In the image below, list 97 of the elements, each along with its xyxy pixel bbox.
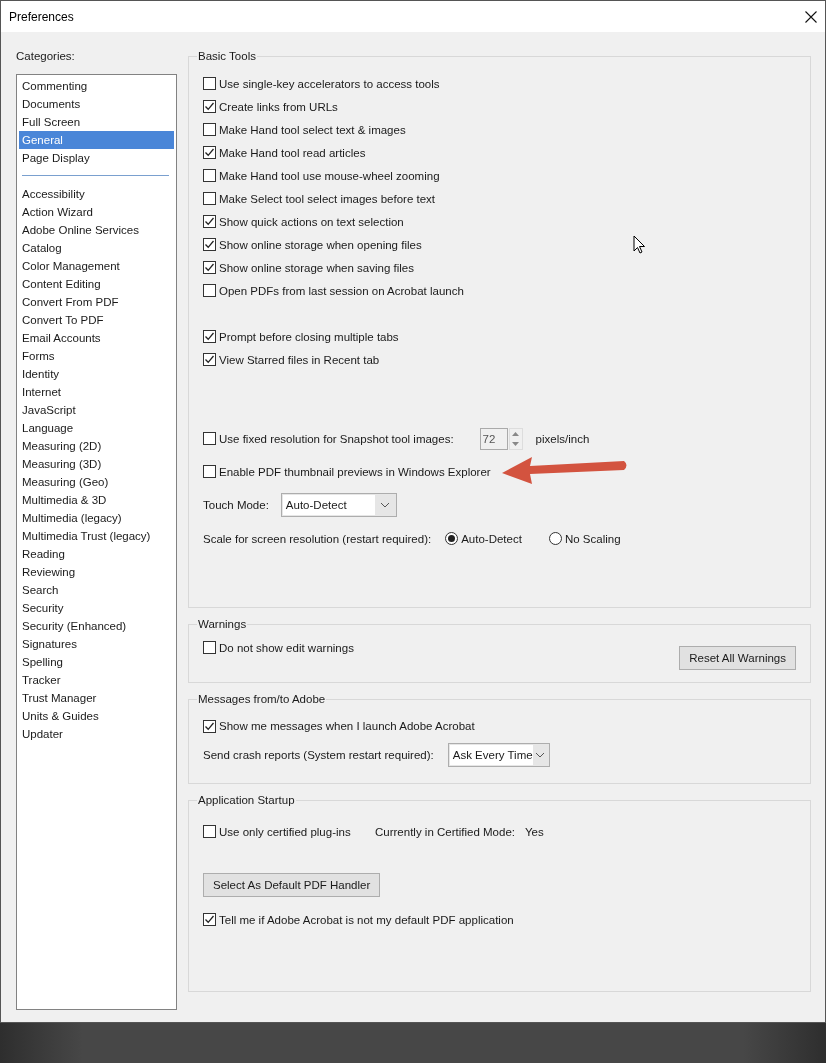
radio-label: Auto-Detect [461, 531, 522, 547]
category-item[interactable]: Catalog [19, 239, 174, 257]
checkbox[interactable] [203, 123, 216, 136]
touch-mode-dropdown[interactable]: Auto-Detect [280, 493, 397, 517]
checkbox[interactable] [203, 330, 216, 343]
mode-value: Yes [525, 824, 544, 840]
crash-reports-label: Send crash reports (System restart required): [203, 748, 434, 763]
group-title: Messages from/to Adobe [197, 692, 327, 707]
categories-label: Categories: [16, 49, 76, 64]
category-item[interactable]: Security (Enhanced) [19, 617, 174, 635]
category-item[interactable]: Page Display [19, 149, 174, 167]
category-item[interactable]: Convert From PDF [19, 293, 174, 311]
radio-button[interactable] [548, 532, 562, 545]
checkbox[interactable] [203, 261, 216, 274]
option-label: Show quick actions on text selection [219, 214, 404, 230]
window-title: Preferences [9, 9, 74, 24]
checkbox[interactable] [203, 353, 216, 366]
option-label: Make Hand tool use mouse-wheel zooming [219, 168, 440, 184]
category-item[interactable]: Updater [19, 725, 174, 743]
category-item[interactable]: Internet [19, 383, 174, 401]
category-item[interactable]: Reviewing [19, 563, 174, 581]
checkbox[interactable] [203, 100, 216, 113]
mouse-cursor-icon [633, 235, 646, 254]
checkbox[interactable] [203, 465, 216, 478]
checkbox[interactable] [203, 284, 216, 297]
spinner-buttons[interactable] [508, 427, 523, 450]
chevron-down-icon [535, 752, 546, 758]
option-label: View Starred files in Recent tab [219, 352, 380, 368]
category-item[interactable]: General [19, 131, 174, 149]
category-item[interactable]: Language [19, 419, 174, 437]
scale-label: Scale for screen resolution (restart required): [203, 531, 432, 547]
checkbox[interactable] [203, 77, 216, 90]
category-item[interactable]: Reading [19, 545, 174, 563]
category-item[interactable]: Measuring (3D) [19, 455, 174, 473]
category-item[interactable]: Email Accounts [19, 329, 174, 347]
category-item[interactable]: Signatures [19, 635, 174, 653]
checkbox[interactable] [203, 719, 216, 733]
default-handler-button[interactable]: Select As Default PDF Handler [203, 873, 381, 897]
option-label: Use single-key accelerators to access tools [219, 76, 440, 92]
checkbox[interactable] [203, 169, 216, 182]
option-label: Use fixed resolution for Snapshot tool images: [219, 431, 454, 447]
category-item[interactable]: Forms [19, 347, 174, 365]
category-item[interactable]: Tracker [19, 671, 174, 689]
category-item[interactable]: Adobe Online Services [19, 221, 174, 239]
option-label: Prompt before closing multiple tabs [219, 329, 399, 345]
category-item[interactable]: Full Screen [19, 113, 174, 131]
category-item[interactable]: Measuring (2D) [19, 437, 174, 455]
category-item[interactable]: Accessibility [19, 185, 174, 203]
option-label: Do not show edit warnings [219, 640, 354, 656]
category-item[interactable]: Content Editing [19, 275, 174, 293]
checkbox[interactable] [203, 432, 216, 445]
chevron-down-icon [379, 502, 390, 508]
option-label: Make Hand tool select text & images [219, 122, 406, 138]
category-item[interactable]: Units & Guides [19, 707, 174, 725]
category-item[interactable]: Security [19, 599, 174, 617]
option-label: Open PDFs from last session on Acrobat launch [219, 283, 464, 299]
checkbox[interactable] [203, 238, 216, 251]
option-label: Make Select tool select images before text [219, 191, 436, 207]
checkbox[interactable] [203, 215, 216, 228]
category-item[interactable]: Measuring (Geo) [19, 473, 174, 491]
category-item[interactable]: Multimedia Trust (legacy) [19, 527, 174, 545]
option-label: Tell me if Adobe Acrobat is not my default PDF application [219, 912, 514, 928]
category-item[interactable]: Spelling [19, 653, 174, 671]
category-item[interactable]: Multimedia (legacy) [19, 509, 174, 527]
category-item[interactable]: JavaScript [19, 401, 174, 419]
category-item[interactable]: Identity [19, 365, 174, 383]
checkbox[interactable] [203, 913, 216, 926]
option-label: Create links from URLs [219, 99, 338, 115]
category-item[interactable]: Commenting [19, 77, 174, 95]
category-item[interactable]: Multimedia & 3D [19, 491, 174, 509]
option-label: Make Hand tool read articles [219, 145, 366, 161]
category-item[interactable]: Documents [19, 95, 174, 113]
group-title: Warnings [197, 617, 248, 632]
option-label: Show me messages when I launch Adobe Acrobat [219, 719, 475, 734]
touch-mode-label: Touch Mode: [203, 498, 269, 513]
close-icon[interactable] [805, 10, 817, 23]
group-title: Basic Tools [197, 49, 257, 64]
checkbox[interactable] [203, 641, 216, 654]
checkbox[interactable] [203, 146, 216, 159]
reset-warnings-button[interactable]: Reset All Warnings [679, 646, 796, 670]
group-title: Application Startup [197, 793, 296, 808]
option-label: Show online storage when opening files [219, 237, 422, 253]
option-label: Show online storage when saving files [219, 260, 414, 276]
checkbox[interactable] [203, 192, 216, 205]
radio-button[interactable] [445, 532, 459, 545]
mode-label: Currently in Certified Mode: [375, 824, 516, 840]
category-item[interactable]: Color Management [19, 257, 174, 275]
unit-label: pixels/inch [535, 431, 590, 447]
category-item[interactable]: Trust Manager [19, 689, 174, 707]
option-label: Enable PDF thumbnail previews in Windows Explorer [219, 464, 491, 480]
crash-reports-dropdown[interactable]: Ask Every Time [447, 743, 550, 767]
category-item[interactable]: Action Wizard [19, 203, 174, 221]
checkbox[interactable] [203, 825, 216, 838]
radio-label: No Scaling [564, 531, 621, 547]
category-item[interactable]: Search [19, 581, 174, 599]
option-label: Use only certified plug-ins [219, 824, 352, 840]
category-item[interactable]: Convert To PDF [19, 311, 174, 329]
